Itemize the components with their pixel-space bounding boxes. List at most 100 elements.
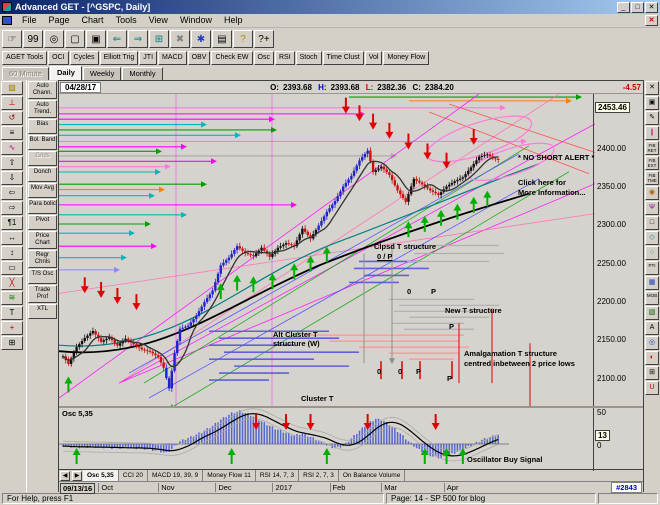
text-tool-icon[interactable]: A — [645, 321, 659, 335]
fib-extension-tool-icon[interactable]: FIB EXT — [645, 156, 659, 170]
arrow-up-icon[interactable]: ⇧ — [1, 156, 23, 170]
arrow-down-icon[interactable]: ⇩ — [1, 171, 23, 185]
study-toolbar-button-1[interactable]: OCI — [48, 51, 69, 65]
grid-tool-icon[interactable]: ▦ — [645, 276, 659, 290]
indicator-tab-6[interactable]: On Balance Volume — [339, 470, 406, 481]
maximize-button[interactable]: □ — [631, 1, 644, 13]
zoom-icon[interactable]: ◎ — [44, 30, 64, 48]
indicator-tab-3[interactable]: Money Flow 11 — [203, 470, 256, 481]
study-button-5[interactable]: Donch — [28, 167, 57, 182]
crosshair-icon[interactable]: + — [1, 321, 23, 335]
study-icon[interactable]: ≡ — [1, 126, 23, 140]
study-button-4[interactable]: Grids — [28, 151, 57, 166]
study-button-9[interactable]: Price Chart — [28, 231, 57, 249]
gann-tool-icon[interactable]: ◉ — [645, 186, 659, 200]
study-toolbar-button-11[interactable]: Time Clust — [322, 51, 364, 65]
menu-item-1[interactable]: Page — [43, 14, 76, 27]
zoom-tool-icon[interactable]: ◎ — [645, 336, 659, 350]
menu-item-3[interactable]: Tools — [110, 14, 143, 27]
chart-page-tool-icon[interactable]: ▧ — [645, 306, 659, 320]
new-page-icon[interactable]: ▢ — [65, 30, 85, 48]
menu-item-5[interactable]: Window — [174, 14, 218, 27]
interval-tab-0[interactable]: 60 Minute — [2, 67, 49, 80]
undo-tool-icon[interactable]: U — [645, 381, 659, 395]
interval-tab-1[interactable]: Daily — [49, 66, 82, 80]
study-button-10[interactable]: Regr Chnls — [28, 250, 57, 268]
axes-icon[interactable]: ⊥ — [1, 96, 23, 110]
study-button-13[interactable]: XTL — [28, 304, 57, 319]
tab-scroll-right[interactable]: ▶ — [72, 470, 82, 481]
blank-box-icon[interactable]: ▭ — [1, 261, 23, 275]
h-expand-icon[interactable]: ↔ — [1, 231, 23, 245]
chart-mdi-icon[interactable] — [2, 16, 12, 25]
copy-page-tool-icon[interactable]: ⊞ — [645, 366, 659, 380]
restore-chart-icon[interactable]: ▣ — [645, 96, 659, 110]
trendlines-tool-icon[interactable]: ∥ — [645, 126, 659, 140]
v-expand-icon[interactable]: ↕ — [1, 246, 23, 260]
colors-tool-icon[interactable]: ◐ — [645, 351, 659, 365]
menu-item-2[interactable]: Chart — [76, 14, 110, 27]
minimize-button[interactable]: _ — [617, 1, 630, 13]
settings-icon[interactable]: ✱ — [191, 30, 211, 48]
study-toolbar-button-2[interactable]: Cycles — [69, 51, 99, 65]
study-button-12[interactable]: Trade Prof — [28, 285, 57, 303]
indicator-tab-4[interactable]: RSI 14, 7, 3 — [256, 470, 300, 481]
study-button-0[interactable]: Auto Chann. — [28, 81, 57, 99]
pti-tool-icon[interactable]: PTI — [645, 261, 659, 275]
ts-icon[interactable]: T — [1, 306, 23, 320]
study-toolbar-button-6[interactable]: OBV — [187, 51, 211, 65]
indicator-tab-5[interactable]: RSI 2, 7, 3 — [299, 470, 339, 481]
context-help-icon[interactable]: ?+ — [254, 30, 274, 48]
study-button-2[interactable]: Bias — [28, 119, 57, 134]
quote-window-icon[interactable]: 99 — [23, 30, 43, 48]
app-icon[interactable] — [2, 2, 12, 12]
study-button-7[interactable]: Para bolic — [28, 199, 57, 214]
menu-item-6[interactable]: Help — [218, 14, 249, 27]
bar-one-icon[interactable]: ¶1 — [1, 216, 23, 230]
pitchfork-tool-icon[interactable]: Ψ — [645, 201, 659, 215]
snapshot-icon[interactable]: ⊞ — [1, 336, 23, 350]
tab-scroll-left[interactable]: ◀ — [60, 470, 70, 481]
help-icon[interactable]: ? — [233, 30, 253, 48]
close-button[interactable]: ✕ — [645, 1, 658, 13]
study-button-11[interactable]: T/S Osc — [28, 269, 57, 284]
arrow-right-icon[interactable]: ⇨ — [1, 201, 23, 215]
box-tool-icon[interactable]: □ — [645, 216, 659, 230]
open-chart-icon[interactable]: ▨ — [1, 81, 23, 95]
arrow-left-icon[interactable]: ⇦ — [1, 186, 23, 200]
mdi-close-button[interactable]: ✕ — [645, 15, 658, 26]
menu-item-4[interactable]: View — [143, 14, 174, 27]
print-icon[interactable]: ▤ — [212, 30, 232, 48]
expansion-tool-icon[interactable]: ◇ — [645, 231, 659, 245]
fib-time-tool-icon[interactable]: FIB TME — [645, 171, 659, 185]
interval-tab-3[interactable]: Monthly — [122, 67, 163, 80]
study-toolbar-button-13[interactable]: Money Flow — [383, 51, 430, 65]
pointer-icon[interactable]: ☞ — [2, 30, 22, 48]
indicator-tab-1[interactable]: CCI 20 — [119, 470, 148, 481]
close-chart-icon[interactable]: ✕ — [645, 81, 659, 95]
pencil-tool-icon[interactable]: ✎ — [645, 111, 659, 125]
hide-lines-icon[interactable]: ╳ — [1, 276, 23, 290]
next-page-icon[interactable]: ⇒ — [128, 30, 148, 48]
study-button-3[interactable]: Bol. Band — [28, 135, 57, 150]
delete-page-icon[interactable]: ✖ — [170, 30, 190, 48]
indicator-tab-0[interactable]: Osc 5,35 — [83, 470, 119, 481]
study-button-1[interactable]: Auto Trend. — [28, 100, 57, 118]
mob-tool-icon[interactable]: MOB — [645, 291, 659, 305]
prev-page-icon[interactable]: ⇐ — [107, 30, 127, 48]
study-toolbar-button-3[interactable]: Elliott Trig — [99, 51, 139, 65]
click-here-link-1[interactable]: Click here for — [518, 178, 566, 187]
study-toolbar-button-12[interactable]: Vol — [364, 51, 383, 65]
ellipse-tool-icon[interactable]: ○ — [645, 246, 659, 260]
elliott-wave-icon[interactable]: ∿ — [1, 141, 23, 155]
open-page-icon[interactable]: ▣ — [86, 30, 106, 48]
study-button-6[interactable]: Mov Avg — [28, 183, 57, 198]
indicator-tab-2[interactable]: MACD 19, 39, 9 — [148, 470, 204, 481]
study-toolbar-button-9[interactable]: RSI — [274, 51, 295, 65]
study-toolbar-button-8[interactable]: Osc — [253, 51, 274, 65]
study-toolbar-button-0[interactable]: AGET Tools — [2, 51, 48, 65]
study-toolbar-button-5[interactable]: MACD — [158, 51, 187, 65]
copy-page-icon[interactable]: ⊞ — [149, 30, 169, 48]
reset-icon[interactable]: ↺ — [1, 111, 23, 125]
study-toolbar-button-7[interactable]: Check EW — [211, 51, 253, 65]
